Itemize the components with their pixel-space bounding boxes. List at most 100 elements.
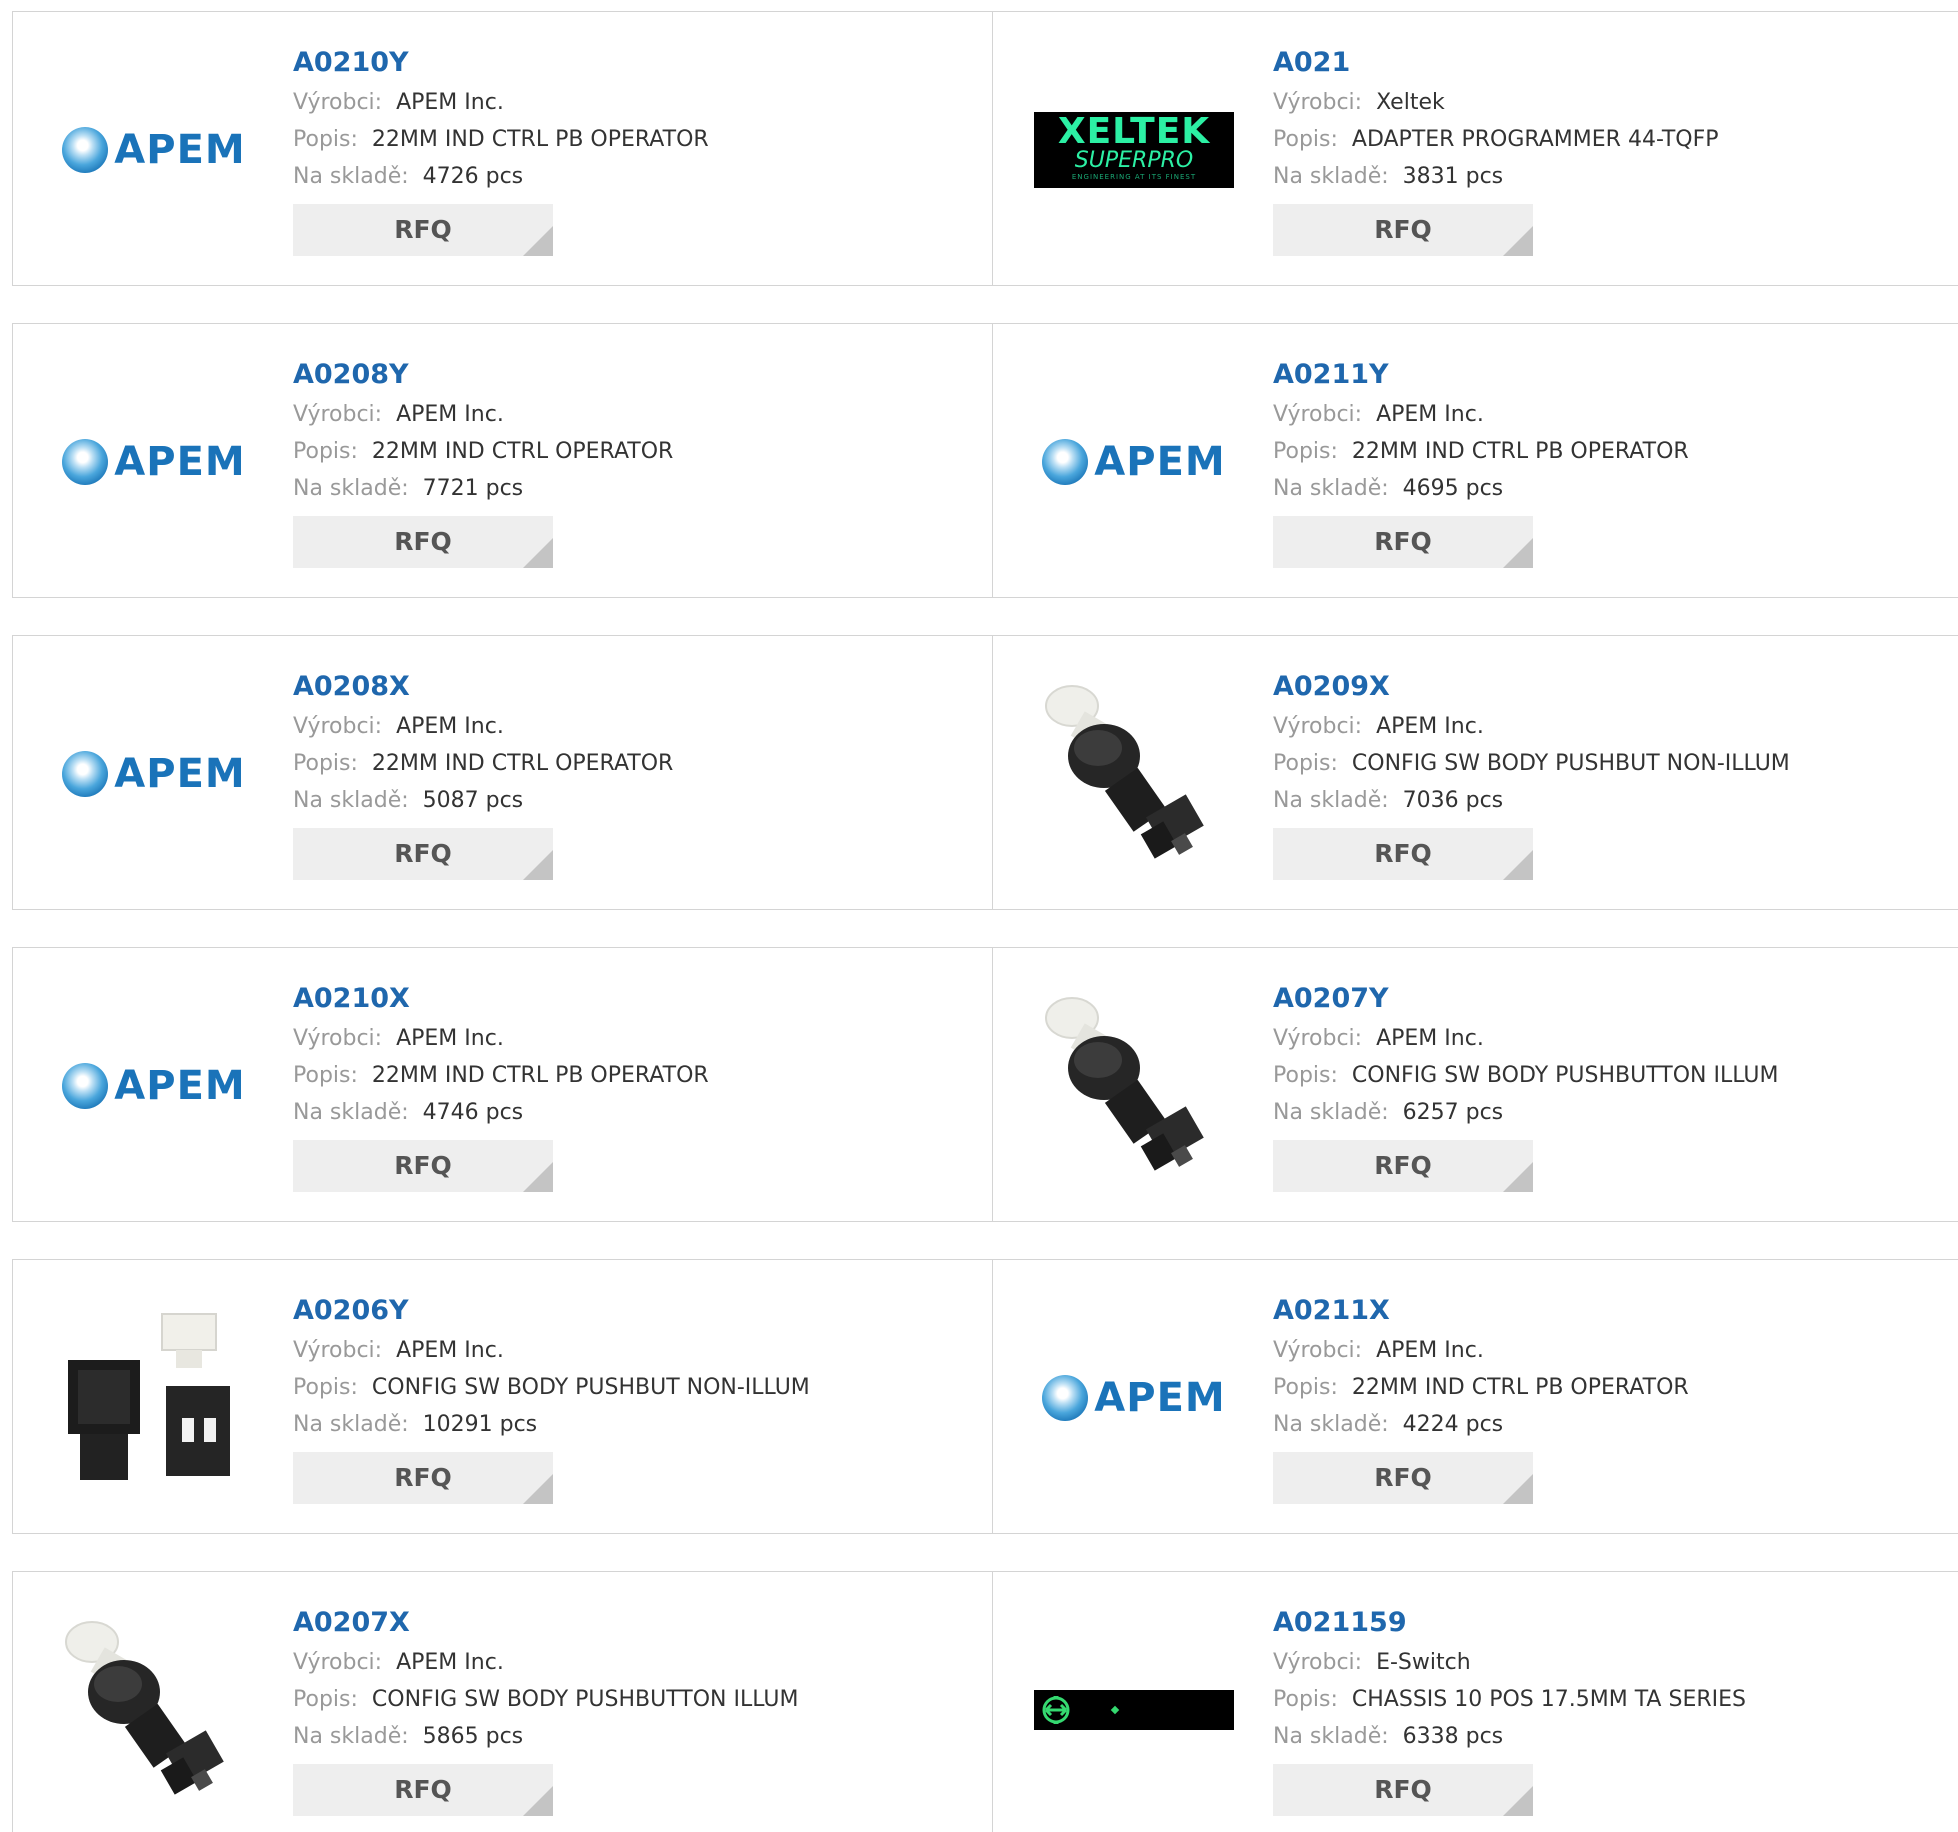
manufacturer-value: APEM Inc. [396, 714, 504, 739]
apem-logo-text: APEM [1094, 439, 1226, 485]
description-line: Popis: ADAPTER PROGRAMMER 44-TQFP [1273, 121, 1719, 158]
description-line: Popis: 22MM IND CTRL PB OPERATOR [1273, 433, 1689, 470]
part-number-link[interactable]: A021 [1273, 42, 1719, 84]
description-value: CONFIG SW BODY PUSHBUT NON-ILLUM [371, 1375, 810, 1400]
description-value: 22MM IND CTRL PB OPERATOR [1351, 439, 1689, 464]
product-row: APEM A0208X Výrobci: APEM Inc. Popis: 22MM IN… [12, 635, 1958, 910]
stock-label: Na skladě: [1273, 476, 1389, 501]
rfq-corner-triangle [523, 850, 553, 880]
stock-value: 4726 pcs [422, 164, 524, 189]
product-card: XELTEK SUPERPRO ENGINEERING AT ITS FINEST A… [992, 12, 1958, 285]
product-thumbnail[interactable]: APEM [51, 364, 257, 560]
rfq-button[interactable]: RFQ [293, 516, 553, 568]
pushbutton-product-image [65, 1621, 224, 1795]
rfq-button[interactable]: RFQ [1273, 828, 1533, 880]
description-label: Popis: [1273, 751, 1338, 776]
description-value: 22MM IND CTRL PB OPERATOR [371, 127, 709, 152]
product-card: A0206Y Výrobci: APEM Inc. Popis: CONFIG SW B… [13, 1260, 992, 1533]
description-line: Popis: 22MM IND CTRL PB OPERATOR [293, 121, 709, 158]
product-info: A0208X Výrobci: APEM Inc. Popis: 22MM IND CT… [293, 666, 673, 880]
product-thumbnail[interactable] [1031, 1612, 1237, 1808]
manufacturer-label: Výrobci: [293, 1026, 383, 1051]
product-info: A0207Y Výrobci: APEM Inc. Popis: CONFIG SW B… [1273, 978, 1778, 1192]
product-card: APEM A0211Y Výrobci: APEM Inc. Popis: 22MM IN… [992, 324, 1958, 597]
stock-value: 4695 pcs [1402, 476, 1504, 501]
product-thumbnail[interactable]: APEM [51, 52, 257, 248]
stock-value: 4746 pcs [422, 1100, 524, 1125]
rfq-button[interactable]: RFQ [1273, 204, 1533, 256]
stock-value: 4224 pcs [1402, 1412, 1504, 1437]
manufacturer-line: Výrobci: Xeltek [1273, 84, 1719, 121]
product-thumbnail[interactable]: APEM [51, 676, 257, 872]
apem-logo-text: APEM [114, 751, 246, 797]
product-card: APEM A0208X Výrobci: APEM Inc. Popis: 22MM IN… [13, 636, 992, 909]
description-value: 22MM IND CTRL OPERATOR [371, 751, 674, 776]
rfq-button[interactable]: RFQ [293, 204, 553, 256]
stock-line: Na skladě: 4695 pcs [1273, 470, 1689, 507]
rfq-button[interactable]: RFQ [293, 828, 553, 880]
part-number-link[interactable]: A0209X [1273, 666, 1790, 708]
stock-line: Na skladě: 3831 pcs [1273, 158, 1719, 195]
manufacturer-value: APEM Inc. [396, 1650, 504, 1675]
part-number-link[interactable]: A0210X [293, 978, 709, 1020]
product-thumbnail[interactable]: XELTEK SUPERPRO ENGINEERING AT ITS FINEST [1031, 52, 1237, 248]
product-card: APEM A0211X Výrobci: APEM Inc. Popis: 22MM IN… [992, 1260, 1958, 1533]
product-thumbnail[interactable]: APEM [51, 988, 257, 1184]
product-row: APEM A0210X Výrobci: APEM Inc. Popis: 22MM IN… [12, 947, 1958, 1222]
description-label: Popis: [293, 1687, 358, 1712]
part-number-link[interactable]: A0206Y [293, 1290, 810, 1332]
part-number-link[interactable]: A0207Y [1273, 978, 1778, 1020]
manufacturer-line: Výrobci: APEM Inc. [1273, 1332, 1689, 1369]
description-value: CONFIG SW BODY PUSHBUTTON ILLUM [1351, 1063, 1779, 1088]
stock-line: Na skladě: 4746 pcs [293, 1094, 709, 1131]
product-thumbnail[interactable] [1031, 988, 1237, 1184]
rfq-button[interactable]: RFQ [1273, 1452, 1533, 1504]
description-label: Popis: [293, 127, 358, 152]
product-thumbnail[interactable]: APEM [1031, 364, 1237, 560]
product-thumbnail[interactable] [1031, 676, 1237, 872]
product-card: A0207Y Výrobci: APEM Inc. Popis: CONFIG SW B… [992, 948, 1958, 1221]
stock-value: 5865 pcs [422, 1724, 524, 1749]
rfq-button-label: RFQ [1374, 839, 1432, 868]
xeltek-logo: XELTEK SUPERPRO ENGINEERING AT ITS FINEST [1034, 112, 1234, 188]
stock-line: Na skladě: 4726 pcs [293, 158, 709, 195]
manufacturer-label: Výrobci: [293, 1650, 383, 1675]
description-line: Popis: CONFIG SW BODY PUSHBUTTON ILLUM [1273, 1057, 1778, 1094]
manufacturer-label: Výrobci: [1273, 1338, 1363, 1363]
rfq-button[interactable]: RFQ [293, 1764, 553, 1816]
rfq-corner-triangle [523, 226, 553, 256]
pushbutton-product-image [1045, 997, 1204, 1171]
part-number-link[interactable]: A0207X [293, 1602, 798, 1644]
product-card: APEM A0210Y Výrobci: APEM Inc. Popis: 22MM IN… [13, 12, 992, 285]
part-number-link[interactable]: A0211Y [1273, 354, 1689, 396]
product-row: A0206Y Výrobci: APEM Inc. Popis: CONFIG SW B… [12, 1259, 1958, 1534]
manufacturer-label: Výrobci: [293, 1338, 383, 1363]
product-info: A0209X Výrobci: APEM Inc. Popis: CONFIG SW B… [1273, 666, 1790, 880]
part-number-link[interactable]: A0208Y [293, 354, 673, 396]
product-thumbnail[interactable] [51, 1300, 257, 1496]
part-number-link[interactable]: A0208X [293, 666, 673, 708]
apem-globe-icon [62, 439, 109, 485]
rfq-button[interactable]: RFQ [293, 1140, 553, 1192]
rfq-button[interactable]: RFQ [293, 1452, 553, 1504]
rfq-button-label: RFQ [1374, 1775, 1432, 1804]
stock-value: 5087 pcs [422, 788, 524, 813]
part-number-link[interactable]: A0210Y [293, 42, 709, 84]
manufacturer-label: Výrobci: [1273, 1026, 1363, 1051]
rfq-corner-triangle [523, 1786, 553, 1816]
rfq-button[interactable]: RFQ [1273, 1764, 1533, 1816]
part-number-link[interactable]: A021159 [1273, 1602, 1746, 1644]
description-label: Popis: [1273, 1375, 1338, 1400]
manufacturer-label: Výrobci: [293, 402, 383, 427]
product-thumbnail[interactable]: APEM [1031, 1300, 1237, 1496]
part-number-link[interactable]: A0211X [1273, 1290, 1689, 1332]
rfq-corner-triangle [1503, 1786, 1533, 1816]
product-info: A0210Y Výrobci: APEM Inc. Popis: 22MM IND CT… [293, 42, 709, 256]
apem-logo: APEM [62, 127, 245, 173]
rfq-button[interactable]: RFQ [1273, 1140, 1533, 1192]
rfq-button[interactable]: RFQ [1273, 516, 1533, 568]
xeltek-logo-title: XELTEK [1057, 111, 1211, 152]
stock-value: 6338 pcs [1402, 1724, 1504, 1749]
manufacturer-value: APEM Inc. [396, 402, 504, 427]
product-thumbnail[interactable] [51, 1612, 257, 1808]
